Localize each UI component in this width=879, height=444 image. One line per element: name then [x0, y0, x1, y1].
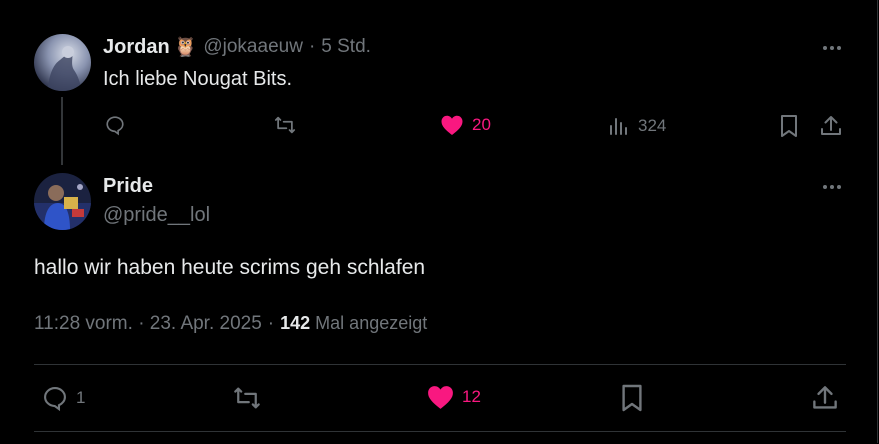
like-count: 20 — [472, 115, 491, 134]
parent-tweet-text: Ich liebe Nougat Bits. — [103, 68, 292, 90]
repost-icon — [234, 387, 260, 409]
reply-button[interactable] — [104, 114, 126, 136]
view-count: 324 — [638, 116, 667, 135]
views-button[interactable]: 324 — [608, 115, 666, 137]
repost-icon — [274, 116, 296, 134]
more-icon — [823, 185, 841, 189]
reply-count: 1 — [76, 388, 86, 407]
avatar-jordan[interactable] — [34, 34, 91, 91]
more-options-button[interactable] — [820, 38, 844, 58]
author-handle[interactable]: @jokaaeuw — [203, 36, 303, 58]
like-button-main[interactable]: 12 — [426, 384, 481, 410]
share-button[interactable] — [820, 114, 842, 138]
bookmark-icon — [622, 384, 642, 412]
tweet-meta: 11:28 vorm. · 23. Apr. 2025 · 142 Mal an… — [34, 313, 427, 335]
owl-emoji: 🦉 — [173, 37, 198, 58]
author-handle-pride[interactable]: @pride__lol — [103, 204, 210, 227]
divider-bottom — [34, 431, 846, 432]
separator-dot: · — [267, 313, 275, 334]
reply-icon — [44, 387, 66, 412]
repost-button-main[interactable] — [232, 384, 262, 412]
separator-dot: · — [308, 36, 316, 57]
author-name-pride[interactable]: Pride — [103, 175, 153, 198]
bookmark-button[interactable] — [779, 114, 799, 138]
heart-filled-icon — [428, 386, 453, 409]
repost-button[interactable] — [273, 114, 297, 136]
analytics-icon — [610, 118, 627, 135]
post-time[interactable]: 5 Std. — [321, 36, 371, 58]
post-timestamp[interactable]: 11:28 vorm. · 23. Apr. 2025 — [34, 313, 262, 335]
share-button-main[interactable] — [812, 383, 838, 413]
bookmark-icon — [781, 115, 797, 137]
author-name[interactable]: Jordan — [103, 36, 170, 59]
reply-icon — [106, 116, 124, 136]
share-icon — [821, 116, 841, 135]
reply-button-main[interactable]: 1 — [40, 384, 85, 412]
main-tweet-text: hallo wir haben heute scrims geh schlafe… — [34, 256, 426, 279]
like-count-main: 12 — [462, 387, 481, 406]
share-icon — [813, 386, 837, 409]
more-options-button-main[interactable] — [820, 177, 844, 197]
divider-top — [34, 364, 846, 365]
like-button[interactable]: 20 — [440, 114, 491, 136]
thread-connector-line — [61, 97, 63, 165]
parent-tweet-header: Jordan 🦉 @jokaaeuw · 5 Std. — [103, 35, 371, 59]
views-count: 142 — [280, 313, 311, 333]
views-label: Mal angezeigt — [315, 313, 428, 333]
bookmark-button-main[interactable] — [620, 383, 644, 413]
heart-filled-icon — [441, 115, 463, 135]
more-icon — [823, 46, 841, 50]
avatar-pride[interactable] — [34, 173, 91, 230]
